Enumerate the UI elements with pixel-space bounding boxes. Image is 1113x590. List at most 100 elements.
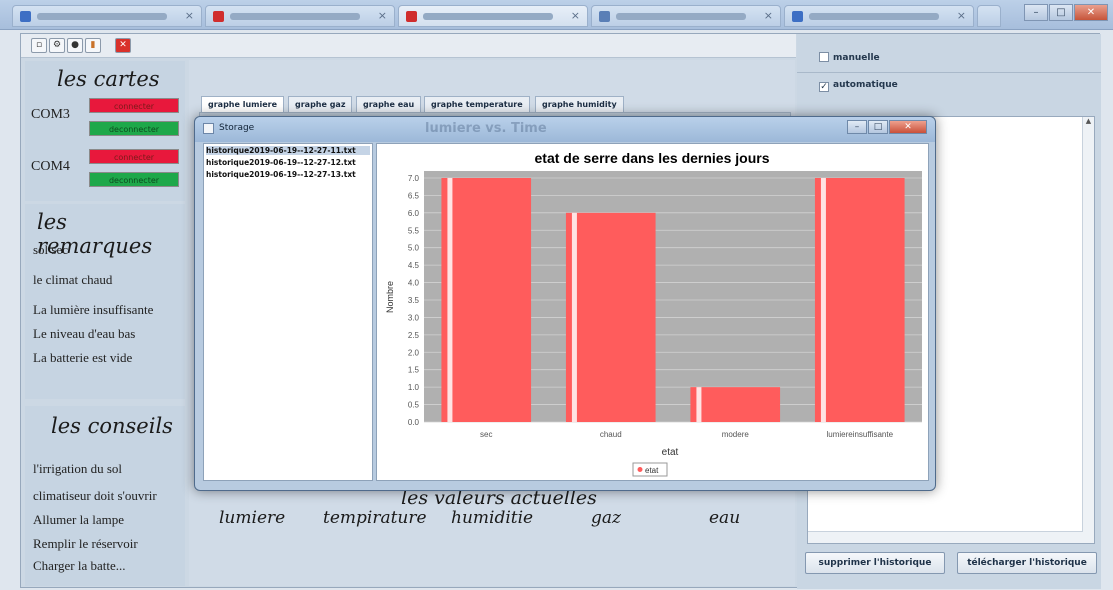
- close-tab-icon[interactable]: ×: [957, 9, 966, 22]
- value-label-temperature: tempirature: [323, 508, 427, 528]
- tab-favicon-icon: [792, 11, 803, 22]
- close-tab-icon[interactable]: ×: [764, 9, 773, 22]
- tab-favicon-icon: [599, 11, 610, 22]
- close-window-icon[interactable]: ✕: [1074, 4, 1108, 21]
- bar-modere: [690, 387, 781, 422]
- y-tick-label: 7.0: [408, 174, 420, 183]
- tab-favicon-icon: [406, 11, 417, 22]
- download-history-button[interactable]: télécharger l'historique: [957, 552, 1097, 574]
- y-tick-label: 6.5: [408, 191, 420, 200]
- com3-connect-button[interactable]: connecter: [89, 98, 179, 113]
- y-tick-label: 4.0: [408, 279, 420, 288]
- y-tick-label: 5.0: [408, 244, 420, 253]
- background-chart-title: lumiere vs. Time: [425, 121, 547, 136]
- dialog-app-icon: [203, 123, 214, 134]
- toolbar: ▫ ⚙ ● ▮ ✕: [21, 34, 796, 58]
- vertical-scrollbar[interactable]: ▲: [1082, 117, 1094, 543]
- legend-label: etat: [645, 466, 659, 475]
- checkbox-empty-icon[interactable]: [819, 52, 829, 62]
- remarque-item: Le niveau d'eau bas: [33, 326, 136, 341]
- tab-favicon-icon: [20, 11, 31, 22]
- y-tick-label: 1.5: [408, 366, 420, 375]
- tab-graphe-humidity[interactable]: graphe humidity: [535, 96, 624, 112]
- divider: [797, 72, 1101, 73]
- com4-label: COM4: [31, 159, 70, 174]
- minimize-icon[interactable]: –: [847, 120, 867, 134]
- y-tick-label: 2.0: [408, 348, 420, 357]
- close-tab-icon[interactable]: ×: [185, 9, 194, 22]
- dialog-titlebar[interactable]: Storage lumiere vs. Time – □ ✕: [195, 117, 935, 142]
- y-axis-label: Nombre: [385, 281, 395, 313]
- bar-chart: etat de serre dans les dernies jours 0.0 0…: [385, 150, 922, 477]
- remarque-item: La batterie est vide: [33, 350, 133, 365]
- x-tick-label: sec: [480, 430, 492, 439]
- value-label-gaz: gaz: [591, 508, 621, 528]
- y-tick-label: 6.0: [408, 209, 420, 218]
- legend-marker: [637, 467, 643, 472]
- tab-graphe-gaz[interactable]: graphe gaz: [288, 96, 353, 112]
- record-icon[interactable]: ●: [67, 38, 83, 53]
- bar-sec: [441, 177, 532, 422]
- file-list-item[interactable]: historique2019-06-19--12-27-11.txt: [206, 146, 370, 155]
- close-tab-icon[interactable]: ×: [571, 9, 580, 22]
- horizontal-scrollbar[interactable]: [808, 531, 1083, 543]
- x-tick-label: lumiereinsuffisante: [826, 430, 893, 439]
- conseil-item: Charger la batte...: [33, 558, 126, 573]
- browser-tab[interactable]: ×: [591, 5, 781, 27]
- conseils-title: les conseils: [51, 414, 173, 438]
- bar-highlight: [820, 177, 826, 422]
- tab-graphe-lumiere[interactable]: graphe lumiere: [201, 96, 285, 112]
- file-list-item[interactable]: historique2019-06-19--12-27-12.txt: [206, 158, 356, 167]
- gear-icon[interactable]: ⚙: [49, 38, 65, 53]
- window-icon[interactable]: ▫: [31, 38, 47, 53]
- chart-icon[interactable]: ▮: [85, 38, 101, 53]
- value-label-lumiere: lumiere: [219, 508, 286, 528]
- browser-tab[interactable]: ×: [205, 5, 395, 27]
- cartes-section: les cartes COM3 connecter deconnecter CO…: [25, 61, 185, 201]
- tab-graphe-temperature[interactable]: graphe temperature: [424, 96, 530, 112]
- y-tick-label: 0.0: [408, 418, 420, 427]
- maximize-icon[interactable]: □: [868, 120, 888, 134]
- file-list[interactable]: historique2019-06-19--12-27-11.txt histo…: [203, 143, 373, 481]
- y-tick-label: 1.0: [408, 383, 420, 392]
- checkmark-icon[interactable]: ✓: [819, 82, 829, 92]
- conseil-item: Allumer la lampe: [33, 512, 124, 527]
- file-list-item[interactable]: historique2019-06-19--12-27-13.txt: [206, 170, 356, 179]
- close-dialog-icon[interactable]: ✕: [889, 120, 927, 134]
- value-label-eau: eau: [709, 508, 741, 528]
- conseil-item: climatiseur doit s'ouvrir: [33, 488, 157, 503]
- mode-manual-checkbox[interactable]: manuelle: [819, 52, 880, 63]
- tab-graphe-eau[interactable]: graphe eau: [356, 96, 422, 112]
- com4-disconnect-button[interactable]: deconnecter: [89, 172, 179, 187]
- bar-lumiereinsuffisante: [814, 177, 905, 422]
- browser-tab[interactable]: ×: [784, 5, 974, 27]
- storage-dialog: Storage lumiere vs. Time – □ ✕ historiqu…: [194, 116, 936, 491]
- tab-favicon-icon: [213, 11, 224, 22]
- com3-disconnect-button[interactable]: deconnecter: [89, 121, 179, 136]
- y-tick-label: 2.5: [408, 331, 420, 340]
- bar-highlight: [696, 387, 702, 422]
- minimize-icon[interactable]: –: [1024, 4, 1048, 21]
- close-tab-icon[interactable]: ×: [378, 9, 387, 22]
- mode-auto-checkbox[interactable]: ✓ automatique: [819, 80, 898, 92]
- browser-tab[interactable]: ×: [398, 5, 588, 27]
- conseils-section: les conseils l'irrigation du sol climati…: [25, 406, 185, 586]
- com4-connect-button[interactable]: connecter: [89, 149, 179, 164]
- com3-label: COM3: [31, 107, 70, 122]
- scroll-up-icon[interactable]: ▲: [1083, 117, 1094, 125]
- browser-tab[interactable]: ×: [12, 5, 202, 27]
- y-tick-label: 3.0: [408, 313, 420, 322]
- maximize-icon[interactable]: □: [1049, 4, 1073, 21]
- cartes-title: les cartes: [57, 67, 160, 91]
- remarque-item: La lumière insuffisante: [33, 302, 154, 317]
- conseil-item: Remplir le réservoir: [33, 536, 138, 551]
- remarque-item: sol sec: [33, 242, 69, 257]
- chart-panel: etat de serre dans les dernies jours 0.0 0…: [376, 143, 929, 481]
- x-tick-label: modere: [722, 430, 750, 439]
- x-tick-label: chaud: [600, 430, 622, 439]
- close-app-icon[interactable]: ✕: [115, 38, 131, 53]
- new-tab-button[interactable]: [977, 5, 1001, 27]
- y-tick-label: 5.5: [408, 226, 420, 235]
- value-label-humidite: humiditie: [451, 508, 534, 528]
- delete-history-button[interactable]: supprimer l'historique: [805, 552, 945, 574]
